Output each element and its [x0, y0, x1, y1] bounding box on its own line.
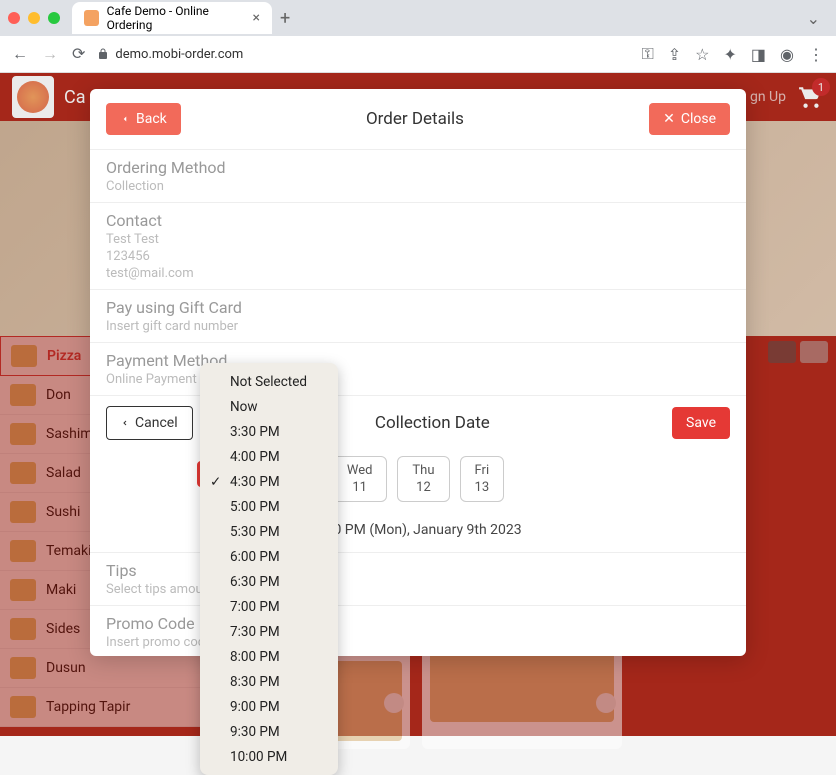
app-background: Ca gn Up 1 Pizza Don Sashimi Salad Sushi… — [0, 73, 836, 736]
section-value: Insert gift card number — [106, 319, 730, 334]
time-option[interactable]: 3:30 PM — [200, 419, 338, 444]
new-tab-button[interactable]: + — [280, 8, 290, 29]
time-option[interactable]: 8:00 PM — [200, 644, 338, 669]
time-option[interactable]: 6:30 PM — [200, 569, 338, 594]
date-pill[interactable]: Wed11 — [332, 456, 388, 502]
selected-time-text: 4:30 PM (Mon), January 9th 2023 — [314, 522, 521, 538]
order-details-modal: Back Order Details ✕ Close Ordering Meth… — [90, 89, 746, 656]
reload-icon[interactable]: ⟳ — [72, 44, 85, 64]
section-title: Ordering Method — [106, 158, 730, 177]
forward-icon: → — [42, 44, 58, 64]
close-tab-icon[interactable]: × — [253, 10, 260, 26]
close-button[interactable]: ✕ Close — [649, 103, 730, 135]
date-pill[interactable]: Thu12 — [397, 456, 449, 502]
time-option[interactable]: 9:30 PM — [200, 719, 338, 744]
url-field[interactable]: demo.mobi-order.com — [97, 47, 629, 62]
share-icon[interactable]: ⇪ — [668, 45, 681, 64]
close-window-icon[interactable] — [8, 12, 20, 24]
extensions-icon[interactable]: ✦ — [724, 45, 737, 64]
time-option[interactable]: 7:00 PM — [200, 594, 338, 619]
time-option[interactable]: 4:30 PM — [200, 469, 338, 494]
section-value: Collection — [106, 179, 730, 194]
close-icon: ✕ — [663, 111, 675, 127]
modal-title: Order Details — [181, 109, 649, 129]
tab-title: Cafe Demo - Online Ordering — [107, 4, 245, 32]
bookmark-icon[interactable]: ☆ — [695, 45, 709, 64]
contact-phone: 123456 — [106, 249, 730, 264]
section-title: Contact — [106, 211, 730, 230]
time-option[interactable]: 8:30 PM — [200, 669, 338, 694]
ordering-method-section[interactable]: Ordering Method Collection — [90, 149, 746, 202]
contact-name: Test Test — [106, 232, 730, 247]
time-option[interactable]: 7:30 PM — [200, 619, 338, 644]
url-text: demo.mobi-order.com — [115, 47, 243, 62]
back-icon[interactable]: ← — [12, 44, 28, 64]
back-button[interactable]: Back — [106, 103, 181, 135]
browser-chrome: Cafe Demo - Online Ordering × + ⌄ ← → ⟳ … — [0, 0, 836, 73]
time-option[interactable]: 9:00 PM — [200, 694, 338, 719]
date-pill[interactable]: Fri13 — [460, 456, 505, 502]
time-option[interactable]: 4:00 PM — [200, 444, 338, 469]
promo-section[interactable]: Promo Code Insert promo code — [90, 605, 746, 656]
time-option[interactable]: 10:00 PM — [200, 744, 338, 769]
time-option[interactable]: 6:00 PM — [200, 544, 338, 569]
modal-header: Back Order Details ✕ Close — [90, 89, 746, 149]
section-title: Pay using Gift Card — [106, 298, 730, 317]
menu-icon[interactable]: ⋮ — [808, 45, 824, 64]
cancel-button[interactable]: Cancel — [106, 406, 193, 440]
contact-email: test@mail.com — [106, 266, 730, 281]
minimize-window-icon[interactable] — [28, 12, 40, 24]
time-option[interactable]: Not Selected — [200, 369, 338, 394]
profile-icon[interactable]: ◉ — [780, 45, 794, 64]
gift-card-section[interactable]: Pay using Gift Card Insert gift card num… — [90, 289, 746, 342]
time-option[interactable]: 5:00 PM — [200, 494, 338, 519]
payment-method-section[interactable]: Payment Method Online Payment (Stripe) — [90, 342, 746, 395]
chevron-down-icon[interactable]: ⌄ — [807, 9, 820, 28]
contact-section[interactable]: Contact Test Test 123456 test@mail.com — [90, 202, 746, 289]
window-controls[interactable] — [8, 12, 60, 24]
time-option[interactable]: Now — [200, 394, 338, 419]
modal-body: Ordering Method Collection Contact Test … — [90, 149, 746, 656]
selected-time-row: 4:30 PM (Mon), January 9th 2023 — [90, 508, 746, 552]
date-selector: Wed11 Thu12 Fri13 — [90, 450, 746, 508]
favicon-icon — [84, 10, 99, 26]
time-dropdown[interactable]: Not SelectedNow3:30 PM4:00 PM4:30 PM5:00… — [200, 363, 338, 775]
tips-section[interactable]: Tips Select tips amount — [90, 552, 746, 605]
address-bar: ← → ⟳ demo.mobi-order.com ⚿ ⇪ ☆ ✦ ◨ ◉ ⋮ — [0, 36, 836, 72]
maximize-window-icon[interactable] — [48, 12, 60, 24]
lock-icon — [97, 48, 109, 60]
tab-bar: Cafe Demo - Online Ordering × + ⌄ — [0, 0, 836, 36]
save-button[interactable]: Save — [672, 407, 730, 439]
browser-tab[interactable]: Cafe Demo - Online Ordering × — [72, 2, 272, 34]
collection-date-row: Cancel Collection Date Save — [90, 395, 746, 450]
panel-icon[interactable]: ◨ — [751, 45, 766, 64]
key-icon[interactable]: ⚿ — [642, 44, 654, 64]
time-option[interactable]: 5:30 PM — [200, 519, 338, 544]
